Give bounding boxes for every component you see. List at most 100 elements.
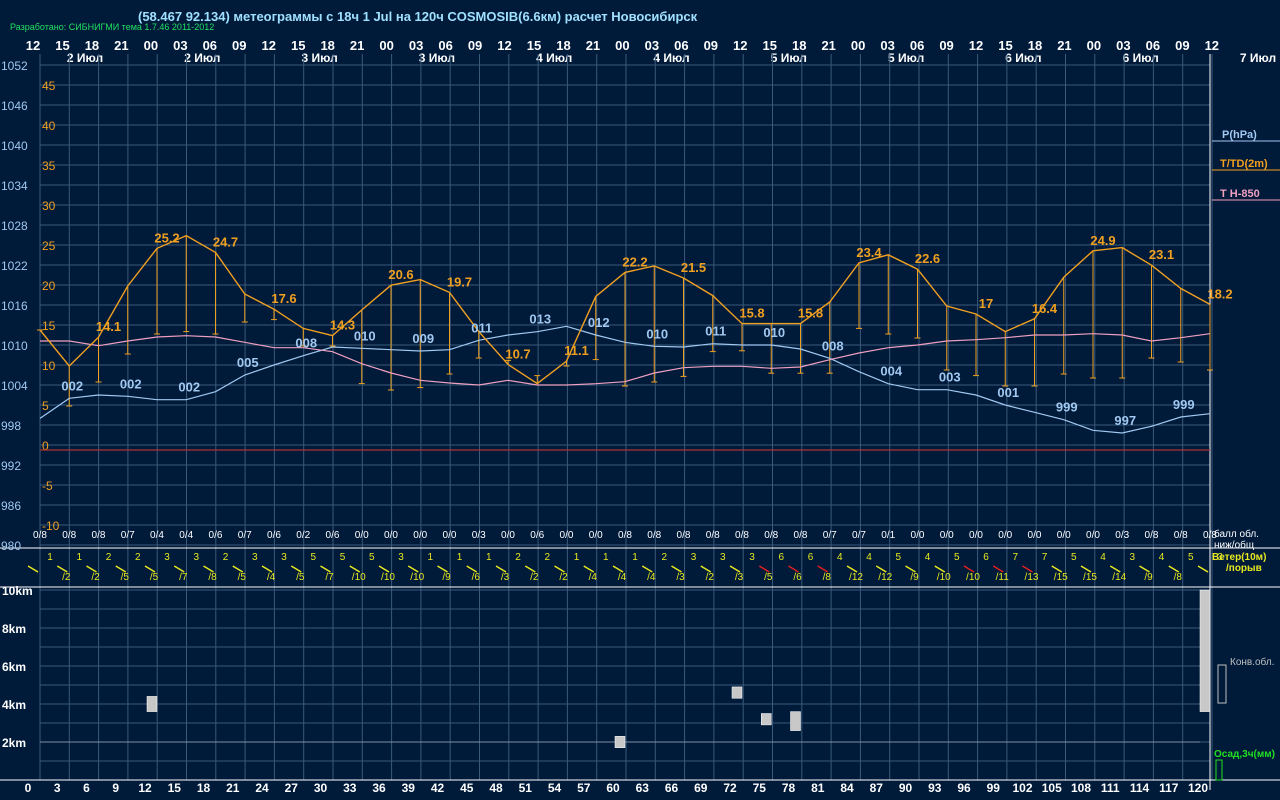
temp-tick: 5 bbox=[42, 399, 49, 413]
bottom-hour-label: 81 bbox=[811, 781, 825, 795]
cloud-fraction: 0/6 bbox=[326, 530, 340, 541]
wind-arrow bbox=[1197, 565, 1209, 573]
pressure-tick: 1046 bbox=[1, 99, 28, 113]
wind-speed: 5 bbox=[954, 552, 960, 563]
top-hour-label: 09 bbox=[1175, 38, 1189, 53]
wind-speed: 4 bbox=[1159, 552, 1165, 563]
temp-data-label: 18.2 bbox=[1207, 286, 1232, 301]
wind-gust: /3 bbox=[501, 572, 510, 583]
wind-gust: /7 bbox=[179, 572, 188, 583]
temp-data-label: 24.9 bbox=[1090, 233, 1115, 248]
temp-data-label: 15.8 bbox=[798, 306, 823, 321]
top-hour-label: 21 bbox=[350, 38, 364, 53]
wind-speed: 3 bbox=[281, 552, 287, 563]
cloud-label-2: ниж/общ bbox=[1214, 539, 1254, 551]
wind-gust: /6 bbox=[472, 572, 481, 583]
wind-gust: /12 bbox=[849, 572, 863, 583]
cloud-fraction: 0/8 bbox=[33, 530, 47, 541]
temp-data-label: 23.1 bbox=[1149, 247, 1174, 262]
bottom-hour-label: 39 bbox=[402, 781, 416, 795]
pressure-data-label: 008 bbox=[822, 338, 844, 353]
top-hour-label: 12 bbox=[733, 38, 747, 53]
bottom-hour-label: 108 bbox=[1071, 781, 1091, 795]
top-hour-label: 12 bbox=[262, 38, 276, 53]
pressure-tick: 992 bbox=[1, 459, 21, 473]
temp-tick: 40 bbox=[42, 119, 56, 133]
temp-data-label: 14.3 bbox=[330, 318, 355, 333]
wind-gust: /10 bbox=[381, 572, 395, 583]
top-hour-label: 09 bbox=[704, 38, 718, 53]
bottom-hour-label: 45 bbox=[460, 781, 474, 795]
height-tick: 2km bbox=[2, 736, 26, 750]
cloud-fraction: 0/7 bbox=[238, 530, 252, 541]
cloud-fraction: 0/0 bbox=[1028, 530, 1042, 541]
temp-data-label: 16.4 bbox=[1032, 301, 1058, 316]
bottom-hour-label: 66 bbox=[665, 781, 679, 795]
bottom-hour-label: 84 bbox=[840, 781, 854, 795]
wind-speed: 2 bbox=[661, 552, 667, 563]
conv-legend-box bbox=[1217, 664, 1227, 704]
wind-gust: /2 bbox=[559, 572, 568, 583]
pressure-data-label: 004 bbox=[880, 364, 902, 379]
wind-gust: /9 bbox=[1144, 572, 1153, 583]
pressure-data-label: 999 bbox=[1056, 400, 1078, 415]
cloud-fraction: 0/0 bbox=[969, 530, 983, 541]
temp-data-label: 10.7 bbox=[505, 346, 530, 361]
bottom-hour-label: 87 bbox=[870, 781, 884, 795]
legend-t850: T H-850 bbox=[1220, 188, 1260, 200]
temp-data-label: 11.1 bbox=[564, 343, 589, 358]
wind-speed: 3 bbox=[193, 552, 199, 563]
wind-gust: /8 bbox=[1174, 572, 1183, 583]
wind-gust: /8 bbox=[823, 572, 832, 583]
top-hour-label: 12 bbox=[497, 38, 511, 53]
bottom-hour-label: 105 bbox=[1042, 781, 1062, 795]
wind-speed: 4 bbox=[837, 552, 843, 563]
pressure-tick: 1052 bbox=[1, 59, 28, 73]
wind-gust: /15 bbox=[1054, 572, 1068, 583]
wind-gust: /9 bbox=[442, 572, 451, 583]
wind-speed: 1 bbox=[76, 552, 82, 563]
top-hour-label: 00 bbox=[144, 38, 158, 53]
day-label: 3 Июл bbox=[419, 51, 455, 65]
bottom-hour-label: 30 bbox=[314, 781, 328, 795]
temp-tick: 45 bbox=[42, 79, 56, 93]
temp-tick: -5 bbox=[42, 479, 53, 493]
cloud-fraction: 0/0 bbox=[911, 530, 925, 541]
wind-speed: 1 bbox=[457, 552, 463, 563]
pressure-data-label: 009 bbox=[412, 331, 434, 346]
wind-speed: 1 bbox=[427, 552, 433, 563]
cloud-fraction: 0/1 bbox=[881, 530, 895, 541]
wind-speed: 7 bbox=[1042, 552, 1048, 563]
day-label: 3 Июл bbox=[301, 51, 337, 65]
wind-gust: /10 bbox=[966, 572, 980, 583]
wind-speed: 2 bbox=[223, 552, 229, 563]
bottom-hour-label: 18 bbox=[197, 781, 211, 795]
legend-pressure: P(hPa) bbox=[1222, 129, 1257, 141]
precip-label: Осад,3ч(мм) bbox=[1214, 749, 1275, 760]
wind-gust: /10 bbox=[937, 572, 951, 583]
wind-gust: /5 bbox=[238, 572, 247, 583]
bottom-hour-label: 114 bbox=[1130, 781, 1150, 795]
bottom-hour-label: 0 bbox=[25, 781, 32, 795]
pressure-data-label: 999 bbox=[1173, 397, 1195, 412]
bottom-hour-label: 33 bbox=[343, 781, 357, 795]
wind-gust: /4 bbox=[647, 572, 656, 583]
wind-gust: /2 bbox=[91, 572, 100, 583]
wind-speed: 5 bbox=[340, 552, 346, 563]
top-hour-label: 21 bbox=[586, 38, 600, 53]
cloud-fraction: 0/0 bbox=[589, 530, 603, 541]
temp-tick: 10 bbox=[42, 359, 56, 373]
cloud-fraction: 0/6 bbox=[530, 530, 544, 541]
wind-speed: 2 bbox=[515, 552, 521, 563]
temp-data-label: 23.4 bbox=[856, 245, 882, 260]
cloud-fraction: 0/8 bbox=[92, 530, 106, 541]
wind-gust: /11 bbox=[996, 572, 1010, 583]
cloud-fraction: 0/0 bbox=[443, 530, 457, 541]
pressure-data-label: 002 bbox=[178, 380, 200, 395]
top-hour-label: 09 bbox=[939, 38, 953, 53]
temp-tick: 0 bbox=[42, 439, 49, 453]
wind-speed: 3 bbox=[720, 552, 726, 563]
cloud-fraction: 0/0 bbox=[560, 530, 574, 541]
wind-gust: /5 bbox=[764, 572, 773, 583]
top-hour-label: 00 bbox=[851, 38, 865, 53]
